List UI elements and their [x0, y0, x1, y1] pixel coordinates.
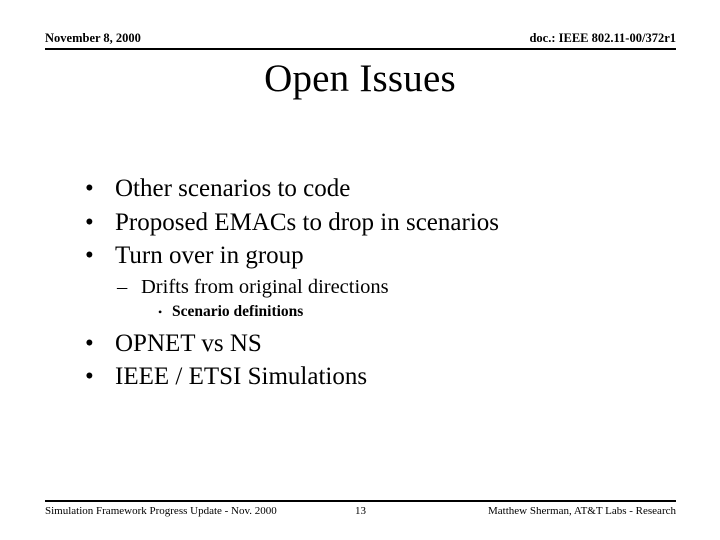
bullet-text: Turn over in group: [115, 242, 304, 269]
slide-canvas: November 8, 2000 doc.: IEEE 802.11-00/37…: [0, 0, 720, 540]
bullet-text: Scenario definitions: [172, 302, 304, 320]
bullet-text: IEEE / ETSI Simulations: [115, 363, 368, 390]
dash-marker-icon: –: [117, 275, 128, 298]
header-date: November 8, 2000: [45, 31, 141, 45]
slide-footer: Simulation Framework Progress Update - N…: [45, 500, 676, 522]
bullet-text: Proposed EMACs to drop in scenarios: [115, 208, 499, 236]
header-doc-reference: doc.: IEEE 802.11-00/372r1: [529, 31, 676, 45]
footer-divider-rule: [45, 500, 676, 502]
slide-title: Open Issues: [264, 57, 456, 100]
bullet-item-level1: • Other scenarios to code: [0, 172, 720, 206]
bullet-item-level3: • Scenario definitions: [0, 301, 720, 323]
header-text-row: November 8, 2000 doc.: IEEE 802.11-00/37…: [45, 31, 676, 49]
slide-header: November 8, 2000 doc.: IEEE 802.11-00/37…: [45, 31, 676, 50]
bullet-marker-icon: •: [85, 329, 94, 357]
bullet-marker-icon: •: [158, 304, 163, 319]
bullet-item-level1: • OPNET vs NS: [0, 327, 720, 361]
footer-text-row: Simulation Framework Progress Update - N…: [45, 504, 676, 518]
bullet-text: OPNET vs NS: [115, 329, 262, 357]
bullet-item-level2: – Drifts from original directions: [0, 273, 720, 301]
bullet-marker-icon: •: [85, 208, 94, 236]
footer-right-text: Matthew Sherman, AT&T Labs - Research: [488, 505, 676, 517]
footer-page-number: 13: [355, 505, 366, 517]
slide-body-bullet-list: • Other scenarios to code • Proposed EMA…: [0, 172, 720, 394]
bullet-text: Other scenarios to code: [115, 175, 351, 202]
bullet-marker-icon: •: [85, 242, 94, 269]
footer-left-text: Simulation Framework Progress Update - N…: [45, 505, 277, 517]
bullet-text: Drifts from original directions: [141, 275, 389, 298]
bullet-item-level1: • Proposed EMACs to drop in scenarios: [0, 206, 720, 240]
header-divider-rule: [45, 48, 676, 50]
bullet-marker-icon: •: [85, 175, 94, 202]
bullet-item-level1: • IEEE / ETSI Simulations: [0, 360, 720, 394]
bullet-item-level1: • Turn over in group: [0, 239, 720, 273]
bullet-marker-icon: •: [85, 363, 94, 390]
